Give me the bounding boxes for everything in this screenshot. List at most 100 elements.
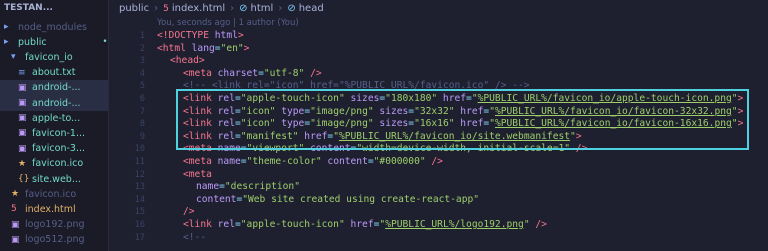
line-number: 11: [134, 157, 145, 167]
tag-icon: ⊘: [239, 3, 248, 14]
explorer-item-label: node_modules: [18, 21, 88, 33]
explorer-item[interactable]: {}site.web...U: [0, 171, 108, 187]
code-token: />: [304, 67, 322, 79]
code-line[interactable]: 14 content="Web site created using create…: [109, 194, 764, 206]
explorer-item-label: public: [18, 36, 47, 48]
code-line[interactable]: 2 <html lang="en">: [109, 43, 764, 55]
code-line[interactable]: 1 <!DOCTYPE html>: [109, 30, 764, 42]
code-line[interactable]: 11 <meta name="theme-color" content="#000…: [109, 156, 764, 168]
image-file-icon: ▣: [18, 113, 27, 124]
code-token: "description": [224, 181, 300, 193]
json-file-icon: {}: [18, 174, 30, 184]
tag-icon: ⊘: [287, 3, 296, 14]
explorer-item[interactable]: ▸ node_modules: [0, 19, 108, 35]
line-number: 3: [139, 56, 145, 67]
chevron-right-icon: ›: [154, 3, 159, 14]
favicon-icon: ★: [18, 158, 27, 169]
code-token: rel: [217, 219, 235, 230]
code-token: name: [196, 181, 220, 193]
line-number: 4: [139, 68, 145, 79]
code-token: />: [425, 156, 443, 167]
line-number: 6: [139, 94, 145, 104]
code-line[interactable]: 13 name="description": [109, 181, 764, 193]
explorer-item[interactable]: ▣ logo512.png: [0, 232, 108, 248]
line-number: 1: [139, 31, 145, 41]
code-text: <head>: [170, 55, 205, 67]
code-text: content="Web site created using create-r…: [196, 194, 479, 206]
code-token: >: [243, 42, 250, 54]
line-number: 9: [139, 131, 145, 142]
code-text: <link rel="apple-touch-icon" href="%PUBL…: [183, 219, 547, 231]
explorer-item-label: favicon-3...: [32, 143, 86, 155]
explorer-item-label: index.html: [25, 203, 76, 215]
file-explorer: TESTAN... ▸ node_modules ▸ public • ▾ favicon_…: [0, 0, 109, 251]
code-token: "Web site created using create-react-app…: [242, 193, 480, 205]
code-token: <head>: [170, 55, 205, 67]
code-line[interactable]: 15 />: [109, 206, 764, 218]
line-number: 5: [139, 81, 145, 92]
code-text: <!DOCTYPE html>: [157, 30, 244, 42]
breadcrumb-public[interactable]: public: [119, 3, 149, 14]
explorer-item-label: logo192.png: [25, 219, 85, 231]
breadcrumb: public › 5 index.html › ⊘ html › ⊘ head: [119, 3, 324, 14]
code-token: html: [214, 30, 238, 41]
explorer-item[interactable]: ★ favicon.ico: [0, 186, 108, 202]
code-token: content: [196, 193, 237, 205]
image-file-icon: ▣: [18, 128, 27, 139]
explorer-item-label: site.web...: [32, 173, 81, 185]
breadcrumb-index-html[interactable]: index.html: [172, 3, 225, 14]
git-blame-annotation: You, seconds ago | 1 author (You): [157, 18, 299, 28]
line-number: 13: [134, 182, 145, 193]
explorer-item-label: favicon_io: [25, 51, 73, 63]
explorer-item[interactable]: ▣favicon-3...U: [0, 141, 108, 157]
explorer-item-label: logo512.png: [25, 234, 85, 246]
explorer-item-label: favicon-1...: [32, 127, 86, 139]
code-text: <meta: [183, 169, 212, 181]
explorer-item[interactable]: ▣android-...U: [0, 79, 108, 96]
code-text: <meta name="theme-color" content="#00000…: [183, 156, 443, 168]
line-number: 10: [134, 144, 145, 155]
line-number: 14: [134, 194, 145, 205]
code-token: <!DOCTYPE: [157, 30, 215, 41]
explorer-item[interactable]: ★favicon.icoU: [0, 156, 108, 172]
explorer-item[interactable]: ▣android-...U: [0, 95, 108, 111]
line-number: 7: [139, 106, 145, 117]
explorer-item-label: about.txt: [32, 67, 76, 79]
image-file-icon: ▣: [11, 219, 20, 230]
breadcrumb-html[interactable]: html: [251, 3, 274, 14]
explorer-item[interactable]: ▾favicon_io•: [0, 49, 108, 65]
code-line[interactable]: 4 <meta charset="utf-8" />: [109, 68, 764, 80]
code-token: <meta: [183, 67, 218, 79]
code-token: "en": [220, 42, 244, 54]
code-line[interactable]: 17 <!--: [109, 232, 764, 244]
git-status-badge: •: [102, 37, 108, 48]
explorer-item-label: android-...: [32, 82, 81, 94]
line-number: 8: [139, 119, 145, 130]
code-token: %PUBLIC_URL%/logo192.png: [385, 219, 524, 230]
explorer-item[interactable]: ▣ logo192.png: [0, 217, 108, 233]
explorer-item[interactable]: ▣favicon-1...U: [0, 125, 108, 141]
code-text: name="description": [196, 181, 300, 193]
code-token: "utf-8": [263, 67, 305, 79]
code-line[interactable]: 3 <head>: [109, 55, 764, 67]
chevron-right-icon: ›: [230, 3, 235, 14]
explorer-item[interactable]: ▸ public •: [0, 34, 108, 50]
line-number: 2: [139, 43, 145, 54]
folder-icon: ▸: [4, 22, 9, 32]
code-line[interactable]: 12 <meta: [109, 169, 764, 181]
breadcrumb-head[interactable]: head: [299, 3, 324, 14]
image-file-icon: ▣: [18, 98, 27, 108]
code-token: >: [237, 30, 244, 41]
code-token: <meta: [183, 156, 218, 167]
explorer-item[interactable]: 5index.htmlM: [0, 201, 108, 217]
code-token: charset: [217, 67, 259, 79]
explorer-item-label: favicon.ico: [32, 158, 84, 170]
folder-icon: ▸: [4, 37, 9, 48]
explorer-header: TESTAN...: [4, 3, 53, 13]
code-token: href: [344, 219, 374, 230]
code-token: content: [321, 156, 368, 167]
explorer-item[interactable]: ≡about.txtU: [0, 65, 108, 81]
code-line[interactable]: 16 <link rel="apple-touch-icon" href="%PU…: [109, 219, 764, 231]
code-text: <!--: [183, 232, 206, 244]
explorer-item[interactable]: ▣apple-to...U: [0, 110, 108, 126]
